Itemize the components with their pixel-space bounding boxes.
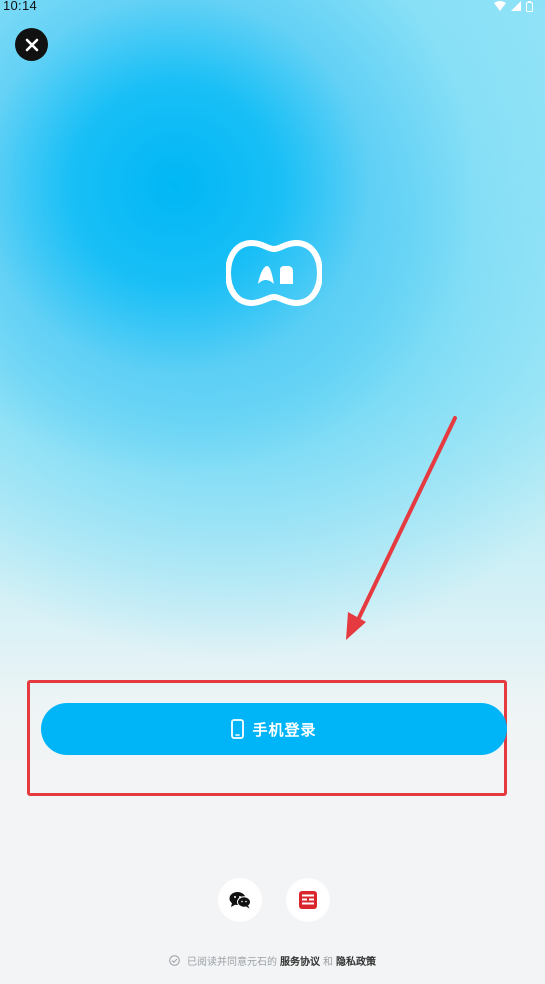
- phone-icon: [231, 719, 245, 739]
- certification-app-icon: [299, 891, 317, 909]
- agreement-prefix: 已阅读并同意元石的: [187, 957, 277, 968]
- wechat-login-button[interactable]: [218, 878, 262, 922]
- close-icon: [25, 38, 38, 51]
- status-bar: 10:14: [0, 0, 545, 13]
- agreement-line: 已阅读并同意元石的 服务协议 和 隐私政策: [0, 953, 545, 968]
- phone-login-label: 手机登录: [252, 720, 317, 739]
- agreement-connector: 和: [323, 957, 333, 968]
- close-button[interactable]: [15, 28, 48, 61]
- status-icons: [494, 0, 533, 12]
- status-time: 10:14: [3, 0, 38, 13]
- battery-icon: [526, 0, 533, 12]
- wechat-icon: [229, 892, 251, 909]
- alt-login-button[interactable]: [286, 878, 330, 922]
- wifi-icon: [494, 1, 506, 11]
- app-logo: [226, 239, 322, 307]
- phone-login-button[interactable]: 手机登录: [41, 703, 507, 755]
- background-gradient: [0, 0, 545, 984]
- signal-icon: [511, 1, 521, 11]
- terms-link[interactable]: 服务协议: [280, 953, 320, 968]
- privacy-link[interactable]: 隐私政策: [336, 953, 376, 968]
- agreement-checkbox[interactable]: [169, 955, 180, 966]
